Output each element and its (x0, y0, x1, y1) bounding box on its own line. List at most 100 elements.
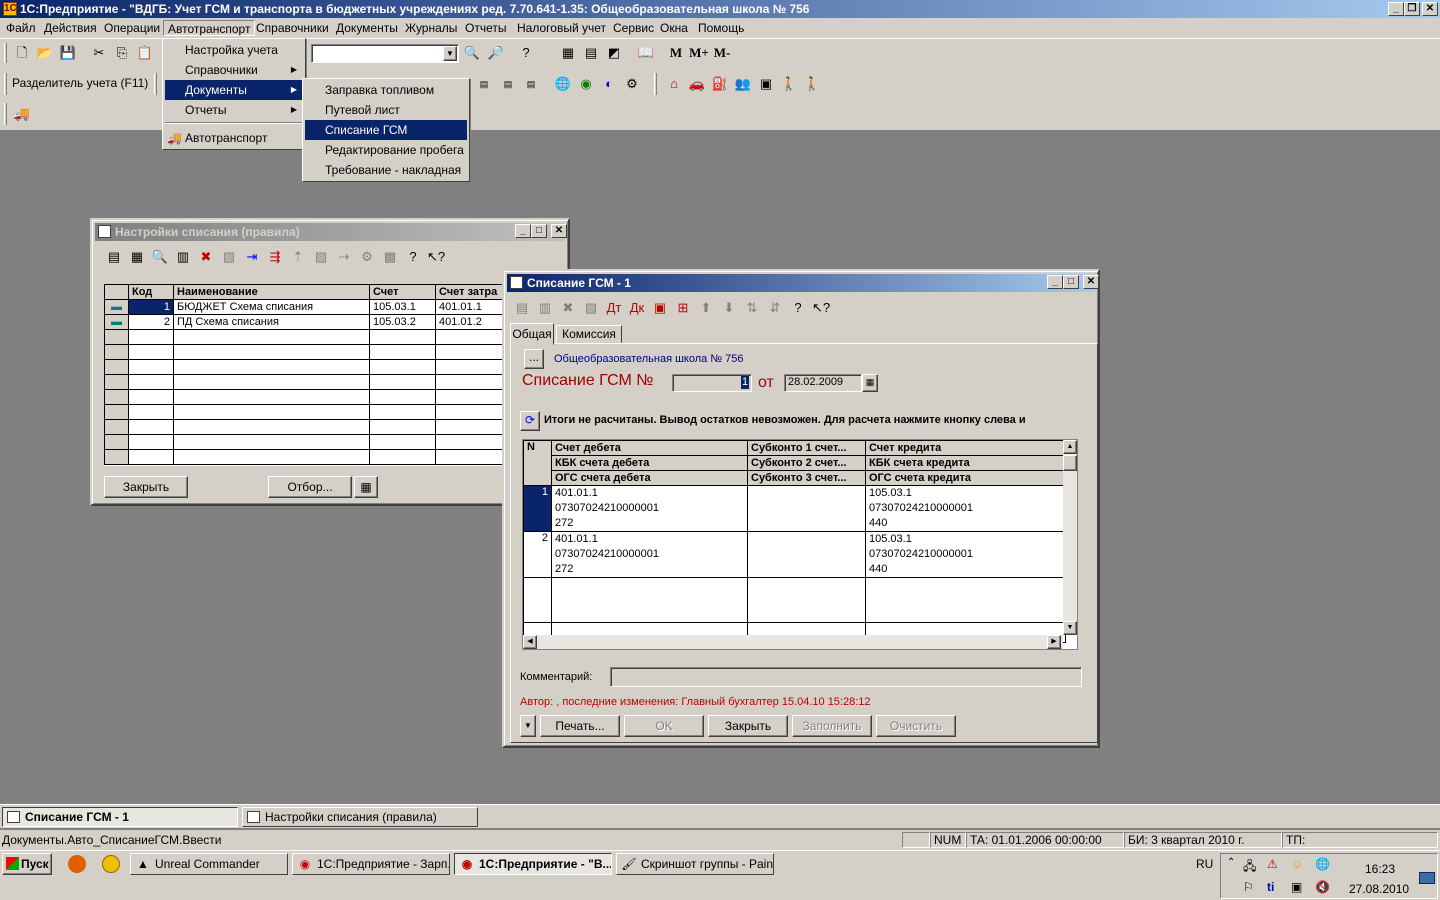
edit-icon[interactable]: ▥ (173, 247, 193, 267)
document-date-field[interactable]: 28.02.2009 (784, 374, 862, 392)
globe-icon[interactable]: 🌐 (553, 74, 573, 94)
messenger-tray-icon[interactable]: ☺ (1291, 857, 1303, 871)
messenger-icon[interactable] (102, 855, 120, 873)
scroll-up-icon[interactable]: ▲ (1063, 440, 1077, 454)
copy-icon[interactable]: ▧ (219, 247, 239, 267)
volume-muted-icon[interactable]: 🔇 (1315, 880, 1330, 894)
task-1c-salary[interactable]: ◉ 1С:Предприятие - Зарп... (292, 853, 450, 875)
minimize-button[interactable]: _ (1388, 2, 1404, 16)
menu-tax[interactable]: Налоговый учет (513, 20, 610, 36)
up-level-icon[interactable]: ⇡ (288, 247, 308, 267)
menu-windows[interactable]: Окна (656, 20, 692, 36)
table-row[interactable]: ▬ 1 БЮДЖЕТ Схема списания 105.03.1 401.0… (104, 299, 504, 315)
menu-service[interactable]: Сервис (609, 20, 658, 36)
help-icon[interactable]: ? (403, 247, 423, 267)
close-button[interactable]: ✕ (1083, 275, 1099, 289)
refresh-icon[interactable]: ◉ (576, 74, 596, 94)
menu-item-reports[interactable]: Отчеты ▶ (165, 100, 303, 120)
table-row[interactable]: 1 401.01.1 07307024210000001 272 105.03.1 0… (523, 485, 1066, 532)
tab-general[interactable]: Общая (510, 323, 554, 345)
fill-button[interactable]: Заполнить (792, 715, 872, 737)
add-row-icon[interactable]: ▤ (512, 298, 532, 318)
delete-row-icon[interactable]: ✖ (558, 298, 578, 318)
restore-button[interactable]: ❐ (1404, 2, 1420, 16)
grid-header-n[interactable]: N (523, 440, 552, 486)
table-row[interactable]: ▬ 2 ПД Схема списания 105.03.2 401.01.2 (104, 314, 504, 330)
edit-row-icon[interactable]: ▧ (581, 298, 601, 318)
scroll-left-icon[interactable]: ◀ (523, 635, 537, 649)
window-tab-settings[interactable]: Настройки списания (правила) (242, 807, 478, 827)
filter-icon[interactable]: ⇢ (334, 247, 354, 267)
driver-icon[interactable]: 🚶 (779, 74, 799, 94)
window-tab-fuel-writeoff[interactable]: Списание ГСМ - 1 (2, 807, 238, 827)
find-icon[interactable]: 🔍 (462, 43, 482, 63)
app-title-bar[interactable]: 1С 1С:Предприятие - "ВДГБ: Учет ГСМ и тр… (0, 0, 1440, 18)
maximize-button[interactable]: □ (531, 224, 547, 238)
dt-kt-icon[interactable]: Дт (604, 298, 624, 318)
memory-plus-button[interactable]: M+ (689, 43, 709, 63)
clock-date[interactable]: 27.08.2010 (1349, 882, 1409, 896)
menu-help[interactable]: Помощь (694, 20, 748, 36)
truck-icon[interactable]: 🚚 (12, 104, 32, 124)
organization-link[interactable]: Общеобразовательная школа № 756 (554, 353, 744, 365)
print-icon[interactable]: ▩ (380, 247, 400, 267)
grid-settings-icon[interactable]: ▦ (354, 476, 378, 498)
chevron-up-icon[interactable]: ⌃ (1227, 857, 1235, 868)
tab-commission[interactable]: Комиссия (556, 325, 622, 343)
organization-select-button[interactable]: ... (524, 349, 544, 369)
search-combobox[interactable]: ▼ (311, 44, 459, 63)
recalculate-icon[interactable]: ⟳ (520, 411, 540, 431)
save-icon[interactable]: 💾 (58, 43, 78, 63)
cash-in-icon[interactable]: ▤ (498, 74, 518, 94)
warning-icon[interactable]: ⚠ (1267, 857, 1278, 871)
paste-icon[interactable]: 📋 (135, 43, 155, 63)
calendar-icon[interactable]: ▦ (862, 374, 878, 392)
book-icon[interactable]: 📖 (636, 43, 656, 63)
memory-minus-button[interactable]: M- (712, 43, 732, 63)
context-help-icon[interactable]: ↖? (426, 247, 446, 267)
help-icon[interactable]: ? (516, 43, 536, 63)
chart-icon[interactable]: ◩ (604, 43, 624, 63)
menu-actions[interactable]: Действия (40, 20, 101, 36)
movements-icon[interactable]: ⊞ (673, 298, 693, 318)
journal-icon[interactable]: ▣ (650, 298, 670, 318)
context-help-icon[interactable]: ↖? (811, 298, 831, 318)
cash-out-icon[interactable]: ▤ (521, 74, 541, 94)
grid-header-credit-kbk[interactable]: КБК счета кредита (865, 455, 1066, 471)
grid-header-code[interactable]: Код (128, 284, 174, 300)
sort-asc-icon[interactable]: ⇅ (742, 298, 762, 318)
grid-header-subconto-1[interactable]: Субконто 1 счет... (747, 440, 866, 456)
menu-item-catalogs[interactable]: Справочники ▶ (165, 60, 303, 80)
move-icon[interactable]: ⇥ (242, 247, 262, 267)
clear-button[interactable]: Очистить (876, 715, 956, 737)
flag-icon[interactable]: ⚐ (1243, 880, 1254, 894)
arrow-up-icon[interactable]: ⬆ (696, 298, 716, 318)
payment-order-icon[interactable]: ▤ (474, 74, 494, 94)
menu-operations[interactable]: Операции (100, 20, 164, 36)
scroll-right-icon[interactable]: ▶ (1047, 635, 1061, 649)
filter-button[interactable]: Отбор... (268, 476, 352, 498)
grid-header-account[interactable]: Счет (369, 284, 436, 300)
globe-tray-icon[interactable]: 🌐 (1315, 857, 1330, 871)
close-button[interactable]: Закрыть (708, 715, 788, 737)
menu-file[interactable]: Файл (2, 20, 40, 36)
new-icon[interactable]: 🗋 (12, 43, 32, 63)
document-icon[interactable]: ▣ (756, 74, 776, 94)
menu-reports[interactable]: Отчеты (461, 20, 510, 36)
toolbar-grip[interactable] (654, 73, 657, 95)
print-button[interactable]: Печать... (540, 715, 620, 737)
post-icon[interactable]: Дк (627, 298, 647, 318)
menu-documents[interactable]: Документы (332, 20, 402, 36)
task-unreal-commander[interactable]: ▲ Unreal Commander (130, 853, 288, 875)
settings-icon[interactable]: ⚙ (622, 74, 642, 94)
grid-header-debit-kbk[interactable]: КБК счета дебета (551, 455, 748, 471)
grid-header-subconto-3[interactable]: Субконто 3 счет... (747, 470, 866, 486)
memory-button[interactable]: M (666, 43, 686, 63)
toolbar-grip[interactable] (4, 73, 7, 95)
add-group-icon[interactable]: ▦ (127, 247, 147, 267)
network-icon[interactable]: 🖧 (1243, 857, 1256, 878)
clock-time[interactable]: 16:23 (1365, 862, 1395, 876)
fuel-icon[interactable]: ⛽ (710, 74, 730, 94)
close-button[interactable]: ✕ (1422, 2, 1438, 16)
menu-item-autotransport[interactable]: 🚚 Автотранспорт (165, 128, 303, 148)
